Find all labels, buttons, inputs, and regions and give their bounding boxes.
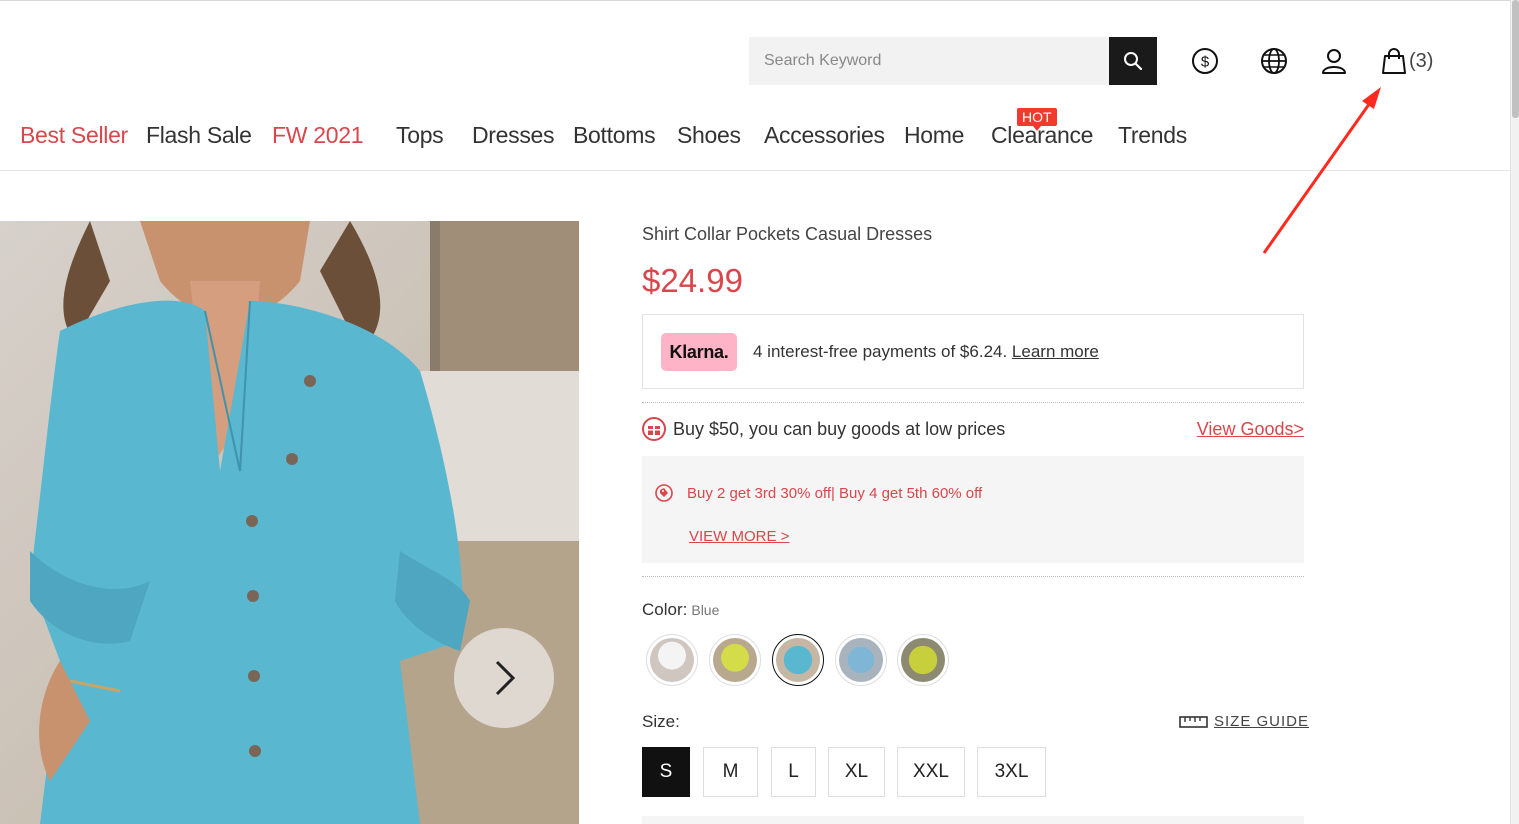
promo-text: Buy $50, you can buy goods at low prices [673,419,1006,439]
tag-icon [655,484,673,502]
color-label-row: Color: Blue [642,600,719,620]
nav-shoes[interactable]: Shoes [677,122,741,149]
top-border [0,0,1510,1]
color-swatch-blue-striped[interactable] [835,634,887,686]
size-option-s[interactable]: S [642,747,690,797]
product-price: $24.99 [642,262,743,299]
view-more-link[interactable]: VIEW MORE > [689,528,789,545]
product-title: Shirt Collar Pockets Casual Dresses [642,224,933,244]
nav-divider [0,170,1510,171]
scrollbar-thumb[interactable] [1512,0,1519,118]
search-input[interactable] [749,37,1109,85]
cart-count: (3) [1409,50,1434,72]
color-swatch-yellow-print[interactable] [897,634,949,686]
cart-button[interactable] [1379,46,1409,76]
nav-clearance[interactable]: Clearance [991,122,1093,149]
currency-button[interactable]: $ [1190,46,1220,76]
account-button[interactable] [1319,46,1349,76]
divider [642,576,1304,577]
klarna-box: Klarna. 4 interest-free payments of $6.2… [642,314,1304,389]
size-option-xxl[interactable]: XXL [897,747,965,797]
divider [642,402,1304,403]
promo-row: Buy $50, you can buy goods at low prices… [642,416,1304,444]
color-value: Blue [691,602,720,618]
klarna-learn-more-link[interactable]: Learn more [1012,342,1099,361]
klarna-installment-text: 4 interest-free payments of $6.24. [753,342,1012,361]
svg-text:$: $ [1201,54,1210,71]
size-guide-link[interactable]: SIZE GUIDE [1179,713,1309,730]
nav-best-seller[interactable]: Best Seller [20,122,128,149]
klarna-text: 4 interest-free payments of $6.24. Learn… [753,342,1099,362]
view-goods-link[interactable]: View Goods> [1197,419,1304,440]
shopping-bag-icon [1382,48,1406,74]
size-option-xl[interactable]: XL [828,747,885,797]
size-option-3xl[interactable]: 3XL [977,747,1046,797]
nav-home[interactable]: Home [904,122,964,149]
size-guide-label: SIZE GUIDE [1214,713,1310,730]
nav-trends[interactable]: Trends [1118,122,1187,149]
product-image[interactable] [0,221,579,824]
globe-icon [1261,48,1287,74]
nav-tops[interactable]: Tops [396,122,444,149]
bottom-strip [642,816,1304,824]
nav-accessories[interactable]: Accessories [764,122,885,149]
color-swatch-yellow[interactable] [709,634,761,686]
klarna-logo: Klarna. [661,333,737,371]
ruler-icon [1179,715,1208,728]
size-option-m[interactable]: M [703,747,758,797]
color-label: Color: [642,600,688,619]
nav-bottoms[interactable]: Bottoms [573,122,656,149]
product-photo [0,221,579,824]
color-swatch-white[interactable] [646,634,698,686]
chevron-right-icon [495,660,516,696]
search-button[interactable] [1109,37,1157,85]
next-image-button[interactable] [454,628,554,728]
language-button[interactable] [1259,46,1289,76]
size-label: Size: [642,712,680,731]
nav-dresses[interactable]: Dresses [472,122,555,149]
offer-text: Buy 2 get 3rd 30% off| Buy 4 get 5th 60%… [687,485,983,502]
nav-flash-sale[interactable]: Flash Sale [146,122,252,149]
gift-icon [642,417,666,441]
hot-badge: HOT [1017,108,1057,131]
user-icon [1322,49,1346,74]
size-option-l[interactable]: L [771,747,816,797]
offer-box: Buy 2 get 3rd 30% off| Buy 4 get 5th 60%… [642,456,1304,563]
search-icon [1124,52,1143,71]
color-swatch-blue[interactable] [772,634,824,686]
nav-fw-2021[interactable]: FW 2021 [272,122,364,149]
scrollbar[interactable] [1510,0,1519,824]
currency-dollar-icon: $ [1192,48,1218,74]
